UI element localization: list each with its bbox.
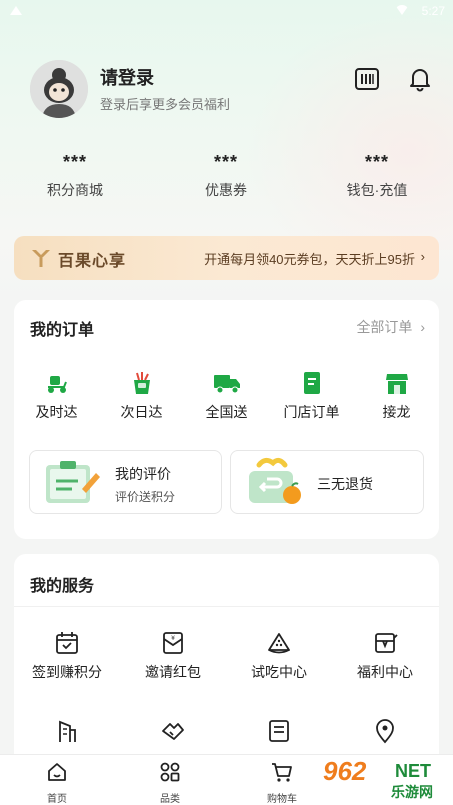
truck-icon [213, 375, 240, 394]
barcode-icon [355, 68, 379, 90]
stat-coupons[interactable]: *** 优惠券 [166, 152, 286, 200]
all-orders-link[interactable]: 全部订单 › [356, 317, 425, 337]
red-envelope-icon: ¥ [163, 632, 183, 654]
stat-label: 钱包·充值 [346, 182, 408, 198]
stat-points-mall[interactable]: *** 积分商城 [15, 152, 135, 200]
stat-label: 积分商城 [47, 182, 103, 198]
category-grid-icon [160, 762, 180, 782]
gift-card-icon [375, 633, 398, 653]
vip-logo-icon [32, 250, 50, 267]
all-orders-label: 全部订单 [356, 319, 413, 335]
receipt-icon [303, 372, 320, 394]
service-item-8[interactable] [332, 718, 438, 750]
status-bar: 5:27 [0, 0, 453, 24]
tab-home[interactable]: 首页 [27, 761, 87, 805]
service-label: 邀请红包 [145, 664, 201, 680]
fruit-basket-icon [249, 457, 301, 504]
reviews-title: 我的评价 [115, 466, 171, 482]
stat-value: *** [213, 152, 238, 172]
signal-icon [10, 6, 22, 15]
avatar[interactable] [30, 60, 88, 118]
scooter-icon [47, 376, 67, 393]
order-type-label: 全国送 [205, 404, 248, 420]
service-label: 福利中心 [357, 664, 413, 680]
order-type-store[interactable]: 门店订单 [269, 370, 354, 422]
reviews-subtitle: 评价送积分 [115, 490, 176, 504]
service-signin-points[interactable]: 签到赚积分 [14, 630, 120, 682]
vip-brand-name: 百果心享 [58, 253, 127, 270]
service-item-5[interactable] [14, 718, 120, 750]
services-card: 我的服务 签到赚积分 ¥ 邀请红包 试吃中心 福利中心 [14, 554, 439, 760]
orders-card: 我的订单 全部订单 › 及时达 次日达 全国送 门店订单 接龙 我的评价 评价送… [14, 300, 439, 539]
service-welfare-center[interactable]: 福利中心 [332, 630, 438, 682]
service-label: 签到赚积分 [32, 664, 102, 680]
service-item-7[interactable] [226, 718, 332, 750]
produce-bag-icon [133, 372, 150, 394]
tab-label: 购物车 [267, 794, 297, 805]
my-reviews-card[interactable]: 我的评价 评价送积分 [29, 450, 222, 514]
building-icon [59, 720, 76, 742]
account-stats: *** 积分商城 *** 优惠券 *** 钱包·充值 [0, 152, 453, 212]
chevron-right-icon: › [420, 319, 425, 335]
order-type-nationwide[interactable]: 全国送 [184, 370, 269, 422]
watermark-net: NET [395, 761, 431, 781]
home-icon [48, 763, 66, 781]
chevron-right-icon: › [420, 249, 425, 264]
bell-icon [410, 69, 430, 92]
order-type-label: 次日达 [120, 404, 163, 420]
service-tasting-center[interactable]: 试吃中心 [226, 630, 332, 682]
divider [14, 606, 439, 607]
order-type-next-day[interactable]: 次日达 [99, 370, 184, 422]
return-title: 三无退货 [317, 476, 373, 492]
svg-text:¥: ¥ [171, 635, 175, 642]
service-label: 试吃中心 [251, 664, 307, 680]
watermark-logo: 962 NET 乐游网 [317, 756, 447, 802]
login-title[interactable]: 请登录 [100, 64, 154, 90]
watermark-cn: 乐游网 [391, 784, 433, 800]
review-clipboard-icon [46, 461, 100, 503]
login-subtitle: 登录后享更多会员福利 [100, 97, 231, 112]
cart-icon [272, 763, 292, 782]
stat-wallet[interactable]: *** 钱包·充值 [317, 152, 437, 200]
watermark-number: 962 [323, 756, 367, 786]
watermelon-slice-icon [268, 633, 290, 654]
wifi-icon [395, 5, 409, 15]
tab-category[interactable]: 品类 [140, 761, 200, 805]
order-type-group-chain[interactable]: 接龙 [354, 370, 439, 422]
stat-value: *** [364, 152, 389, 172]
vip-promo-text: 开通每月领40元券包，天天折上95折 [204, 252, 415, 267]
notification-button[interactable] [407, 66, 433, 97]
order-type-instant[interactable]: 及时达 [14, 370, 99, 422]
document-icon [269, 720, 289, 742]
stat-label: 优惠券 [205, 182, 247, 198]
stat-value: *** [62, 152, 87, 172]
hassle-free-return-card[interactable]: 三无退货 [230, 450, 424, 514]
scan-barcode-button[interactable] [354, 66, 380, 97]
status-time: 5:27 [421, 4, 445, 18]
order-type-label: 及时达 [35, 404, 78, 420]
services-title: 我的服务 [30, 578, 95, 595]
location-pin-icon [376, 719, 394, 744]
storefront-icon [385, 374, 408, 394]
handshake-icon [162, 723, 184, 740]
service-item-6[interactable] [120, 718, 226, 750]
order-type-label: 门店订单 [283, 404, 340, 420]
tab-label: 品类 [160, 794, 180, 805]
order-type-label: 接龙 [382, 404, 411, 420]
vip-membership-banner[interactable]: 百果心享 开通每月领40元券包，天天折上95折 › [14, 236, 439, 280]
orders-title: 我的订单 [30, 322, 95, 339]
service-invite-redpacket[interactable]: ¥ 邀请红包 [120, 630, 226, 682]
tab-label: 首页 [47, 794, 67, 805]
calendar-check-icon [56, 632, 78, 654]
tab-cart[interactable]: 购物车 [252, 761, 312, 805]
